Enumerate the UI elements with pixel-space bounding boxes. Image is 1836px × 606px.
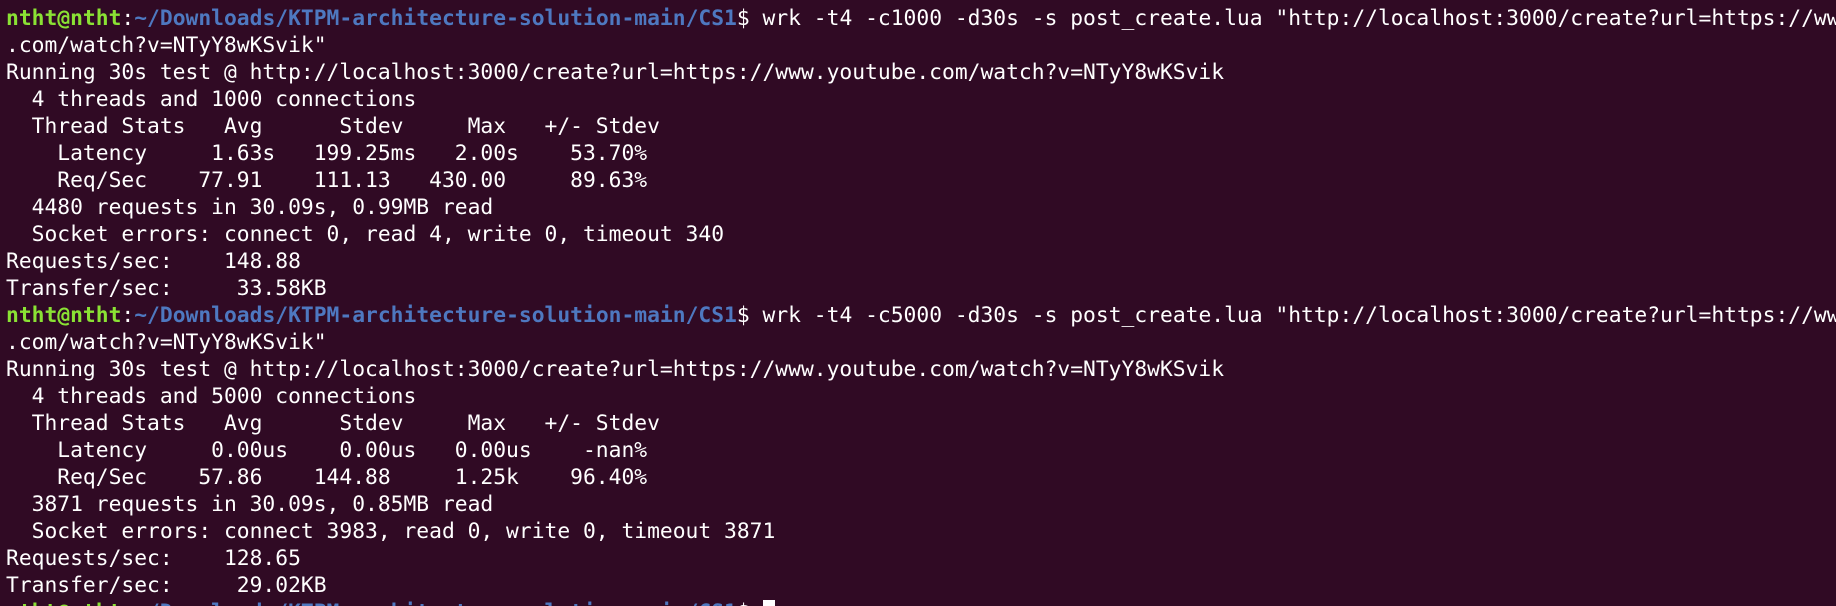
prompt-path: ~/Downloads/KTPM-architecture-solution-m… [134,6,737,31]
output-line: Thread Stats Avg Stdev Max +/- Stdev [6,114,660,139]
output-line: Req/Sec 57.86 144.88 1.25k 96.40% [6,465,648,490]
output-line: Latency 1.63s 199.25ms 2.00s 53.70% [6,141,648,166]
output-line: Requests/sec: 128.65 [6,546,301,571]
prompt-path: ~/Downloads/KTPM-architecture-solution-m… [134,303,737,328]
output-line: 4480 requests in 30.09s, 0.99MB read [6,195,494,220]
prompt-colon: : [121,6,135,31]
command-wrap: .com/watch?v=NTyY8wKSvik" [6,330,327,355]
output-line: Req/Sec 77.91 111.13 430.00 89.63% [6,168,648,193]
prompt-path: ~/Downloads/KTPM-architecture-solution-m… [134,600,737,606]
prompt-line: ntht@ntht:~/Downloads/KTPM-architecture-… [6,5,1836,32]
prompt-user: ntht@ntht [6,303,122,328]
output-line: Running 30s test @ http://localhost:3000… [6,60,1225,85]
output-line: Running 30s test @ http://localhost:3000… [6,357,1225,382]
active-prompt-line[interactable]: ntht@ntht:~/Downloads/KTPM-architecture-… [6,599,1836,606]
output-line: Latency 0.00us 0.00us 0.00us -nan% [6,438,648,463]
text-cursor [762,600,775,606]
output-line: Transfer/sec: 33.58KB [6,276,327,301]
output-line: Transfer/sec: 29.02KB [6,573,327,598]
prompt-colon: : [121,303,135,328]
output-line: Thread Stats Avg Stdev Max +/- Stdev [6,411,660,436]
output-line: 4 threads and 5000 connections [6,384,417,409]
output-line: 4 threads and 1000 connections [6,87,417,112]
prompt-symbol: $ [736,6,763,31]
prompt-symbol: $ [737,600,763,606]
output-line: Socket errors: connect 3983, read 0, wri… [6,519,776,544]
output-line: 3871 requests in 30.09s, 0.85MB read [6,492,494,517]
command-text: wrk -t4 -c5000 -d30s -s post_create.lua … [762,303,1836,328]
prompt-user: ntht@ntht [6,600,121,606]
prompt-user: ntht@ntht [6,6,122,31]
prompt-line: ntht@ntht:~/Downloads/KTPM-architecture-… [6,302,1836,329]
prompt-colon: : [121,600,134,606]
output-line: Requests/sec: 148.88 [6,249,301,274]
prompt-symbol: $ [736,303,763,328]
command-wrap: .com/watch?v=NTyY8wKSvik" [6,33,327,58]
output-line: Socket errors: connect 0, read 4, write … [6,222,725,247]
terminal-window[interactable]: ntht@ntht:~/Downloads/KTPM-architecture-… [0,0,1836,606]
command-text: wrk -t4 -c1000 -d30s -s post_create.lua … [762,6,1836,31]
terminal-output: ntht@ntht:~/Downloads/KTPM-architecture-… [6,5,1836,606]
